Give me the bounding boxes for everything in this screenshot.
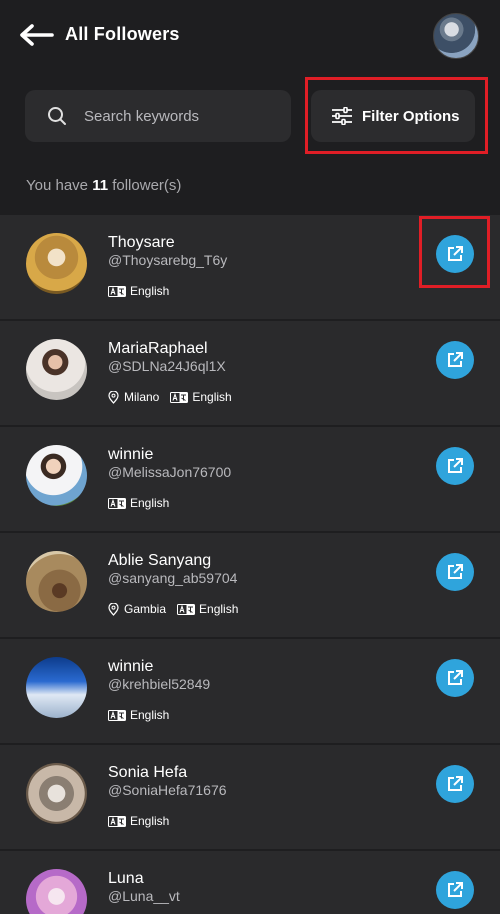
external-link-icon <box>448 458 463 473</box>
follower-name: winnie <box>108 658 154 675</box>
avatar <box>26 763 87 824</box>
followers-list: Thoysare @Thoysarebg_T6y English MariaRa… <box>0 215 500 914</box>
follower-location: Milano <box>124 390 160 404</box>
open-profile-button[interactable] <box>436 447 474 485</box>
follower-row[interactable]: Ablie Sanyang @sanyang_ab59704 Gambia En… <box>0 533 500 637</box>
avatar <box>26 445 87 506</box>
follower-meta: English <box>108 496 169 510</box>
follower-language: English <box>130 284 170 298</box>
follower-handle: @SDLNa24J6ql1X <box>108 358 226 374</box>
search-icon <box>48 107 66 125</box>
header: All Followers Filter Options You have 11… <box>0 0 500 215</box>
follower-count: You have 11 follower(s) <box>26 177 182 194</box>
follower-meta: English <box>108 814 169 828</box>
follower-language: English <box>130 814 170 828</box>
follower-handle: @SoniaHefa71676 <box>108 782 227 798</box>
follower-name: winnie <box>108 446 154 463</box>
follower-row[interactable]: MariaRaphael @SDLNa24J6ql1X Milano Engli… <box>0 321 500 425</box>
follower-location: Gambia <box>124 602 167 616</box>
search-box[interactable] <box>25 90 291 142</box>
language-icon <box>108 709 126 721</box>
follower-meta: Milano English <box>108 390 232 404</box>
filter-options-button[interactable]: Filter Options <box>311 90 475 142</box>
open-profile-button[interactable] <box>436 871 474 909</box>
profile-avatar[interactable] <box>433 13 479 59</box>
language-icon <box>108 497 126 509</box>
language-icon <box>177 603 196 615</box>
open-profile-highlight-box <box>419 216 490 288</box>
external-link-icon <box>448 564 463 579</box>
location-pin-icon <box>108 602 119 616</box>
follower-row[interactable]: Sonia Hefa @SoniaHefa71676 English <box>0 745 500 849</box>
follower-handle: @Thoysarebg_T6y <box>108 252 228 268</box>
follower-language: English <box>130 708 170 722</box>
follower-row[interactable]: Luna @Luna__vt <box>0 851 500 914</box>
avatar <box>26 869 87 914</box>
follower-row[interactable]: Thoysare @Thoysarebg_T6y English <box>0 215 500 319</box>
follower-handle: @Luna__vt <box>108 888 180 904</box>
avatar <box>26 339 87 400</box>
follower-meta: Gambia English <box>108 602 238 616</box>
follower-name: Sonia Hefa <box>108 764 188 781</box>
open-profile-button[interactable] <box>436 659 474 697</box>
open-profile-button[interactable] <box>436 765 474 803</box>
language-icon <box>108 815 126 827</box>
follower-row[interactable]: winnie @krehbiel52849 English <box>0 639 500 743</box>
arrow-left-icon <box>20 24 54 46</box>
follower-language: English <box>192 390 232 404</box>
follower-language: English <box>130 496 170 510</box>
follower-handle: @MelissaJon76700 <box>108 464 232 480</box>
follower-name: Luna <box>108 870 144 887</box>
follower-row[interactable]: winnie @MelissaJon76700 English <box>0 427 500 531</box>
filter-options-label: Filter Options <box>362 107 460 125</box>
avatar <box>26 551 87 612</box>
open-profile-button[interactable] <box>436 553 474 591</box>
avatar <box>26 657 87 718</box>
language-icon <box>170 391 189 403</box>
page-title: All Followers <box>65 24 180 44</box>
follower-handle: @krehbiel52849 <box>108 676 211 692</box>
external-link-icon <box>448 776 463 791</box>
language-icon <box>108 285 126 297</box>
follower-language: English <box>199 602 239 616</box>
open-profile-button[interactable] <box>436 341 474 379</box>
follower-name: MariaRaphael <box>108 340 208 357</box>
location-pin-icon <box>108 390 119 404</box>
external-link-icon <box>448 352 463 367</box>
follower-handle: @sanyang_ab59704 <box>108 570 238 586</box>
avatar <box>26 233 87 294</box>
follower-name: Ablie Sanyang <box>108 552 212 569</box>
sliders-icon <box>332 107 352 125</box>
follower-meta: English <box>108 708 169 722</box>
search-input[interactable] <box>84 107 274 125</box>
external-link-icon <box>448 882 463 897</box>
follower-name: Thoysare <box>108 234 175 251</box>
back-button[interactable] <box>18 20 58 50</box>
follower-meta: English <box>108 284 169 298</box>
follower-count-value: 11 <box>92 177 109 194</box>
external-link-icon <box>448 670 463 685</box>
